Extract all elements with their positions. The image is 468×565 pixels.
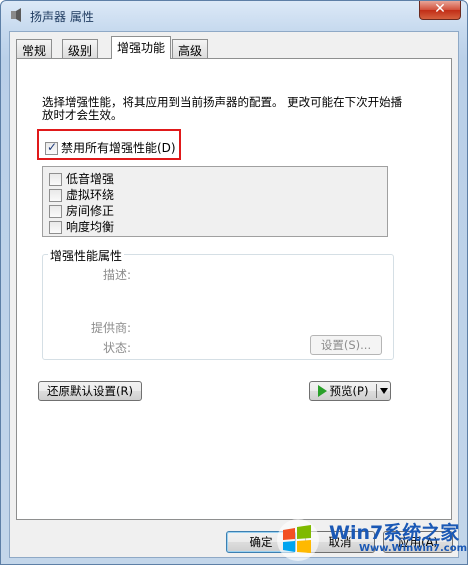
effect-loudness-equalization[interactable]: 响度均衡 <box>49 218 114 235</box>
effect-bass-boost[interactable]: 低音增强 <box>49 170 114 187</box>
close-icon: ✕ <box>434 1 446 17</box>
dialog-client-area: 常规 级别 增强功能 高级 选择增强性能，将其应用到当前扬声器的配置。 更改可能… <box>9 31 459 558</box>
close-button[interactable]: ✕ <box>419 1 461 20</box>
watermark-url: Www.Winwin7.com <box>359 543 468 554</box>
tab-advanced[interactable]: 高级 <box>172 39 209 58</box>
settings-button[interactable]: 设置(S)... <box>310 335 382 355</box>
enhancements-panel: 选择增强性能，将其应用到当前扬声器的配置。 更改可能在下次开始播放时才会生效。 … <box>16 58 452 520</box>
tab-levels[interactable]: 级别 <box>62 39 99 58</box>
checkbox-icon[interactable] <box>49 221 62 234</box>
provider-label: 提供商: <box>90 321 131 335</box>
split-divider <box>376 384 377 398</box>
watermark: Win7系统之家 Www.Winwin7.com <box>269 516 468 565</box>
enhancements-description: 选择增强性能，将其应用到当前扬声器的配置。 更改可能在下次开始播放时才会生效。 <box>42 95 403 122</box>
tab-general[interactable]: 常规 <box>16 39 53 58</box>
effect-label: 房间修正 <box>66 204 115 218</box>
disable-all-checkbox[interactable]: 禁用所有增强性能(D) <box>45 139 176 156</box>
window-title: 扬声器 属性 <box>30 10 94 24</box>
preview-button[interactable]: 预览(P) <box>309 381 391 401</box>
tab-enhancements[interactable]: 增强功能 <box>111 36 172 59</box>
effect-room-correction[interactable]: 房间修正 <box>49 202 114 219</box>
properties-window: 扬声器 属性 ✕ 常规 级别 增强功能 高级 选择增强性能，将其应用到当前扬声器… <box>0 0 468 565</box>
restore-defaults-button[interactable]: 还原默认设置(R) <box>38 381 142 401</box>
status-label: 状态: <box>102 341 131 355</box>
chevron-down-icon[interactable] <box>380 388 388 394</box>
effect-label: 虚拟环绕 <box>66 188 115 202</box>
effect-label: 低音增强 <box>66 172 115 186</box>
disable-all-label: 禁用所有增强性能(D) <box>61 141 176 155</box>
effects-list: 低音增强 虚拟环绕 房间修正 响度均衡 <box>42 166 388 237</box>
checkbox-icon[interactable] <box>49 189 62 202</box>
title-bar[interactable]: 扬声器 属性 ✕ <box>1 1 467 31</box>
play-icon <box>317 385 327 397</box>
speaker-icon <box>11 8 21 22</box>
effect-virtual-surround[interactable]: 虚拟环绕 <box>49 186 114 203</box>
checkbox-icon[interactable] <box>45 140 58 155</box>
checkbox-icon[interactable] <box>49 173 62 186</box>
effect-label: 响度均衡 <box>66 220 115 234</box>
group-title: 增强性能属性 <box>48 247 125 264</box>
watermark-brand: Win7系统之家 <box>329 522 460 544</box>
preview-label: 预览(P) <box>329 384 369 398</box>
checkbox-icon[interactable] <box>49 205 62 218</box>
windows-logo-icon <box>277 519 319 561</box>
description-label: 描述: <box>102 268 131 282</box>
